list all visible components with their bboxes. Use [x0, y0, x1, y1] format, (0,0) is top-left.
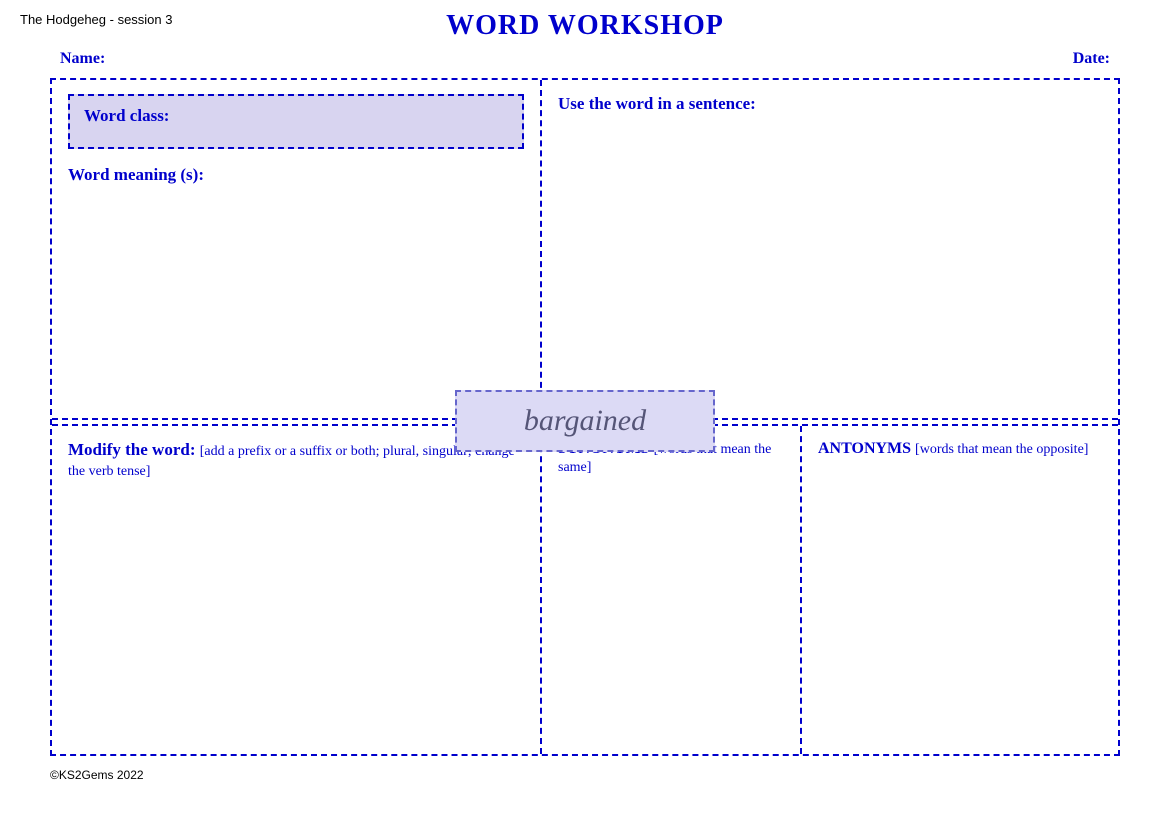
session-label: The Hodgeheg - session 3 — [20, 12, 172, 27]
sentence-label: Use the word in a sentence: — [558, 94, 1102, 114]
bottom-row: Modify the word: [add a prefix or a suff… — [52, 424, 1118, 754]
main-grid: Word class: Word meaning (s): Use the wo… — [50, 78, 1120, 756]
name-label: Name: — [60, 50, 105, 68]
left-panel: Word class: Word meaning (s): — [52, 80, 542, 418]
word-class-box[interactable]: Word class: — [68, 94, 524, 149]
right-panel: Use the word in a sentence: — [542, 80, 1118, 418]
copyright: ©KS2Gems 2022 — [50, 768, 1150, 782]
antonyms-panel: ANTONYMS [words that mean the opposite] — [802, 426, 1118, 754]
synonyms-panel: SYNONYMS [words that mean the same] — [542, 426, 802, 754]
date-label: Date: — [1073, 50, 1110, 68]
word-class-label: Word class: — [84, 106, 169, 125]
word-meaning-label: Word meaning (s): — [68, 165, 524, 185]
top-row: Word class: Word meaning (s): Use the wo… — [52, 80, 1118, 420]
center-word-text: bargained — [524, 404, 646, 437]
center-word-box: bargained — [455, 390, 715, 452]
modify-panel: Modify the word: [add a prefix or a suff… — [52, 426, 542, 754]
page-title: WORD WORKSHOP — [20, 10, 1150, 42]
